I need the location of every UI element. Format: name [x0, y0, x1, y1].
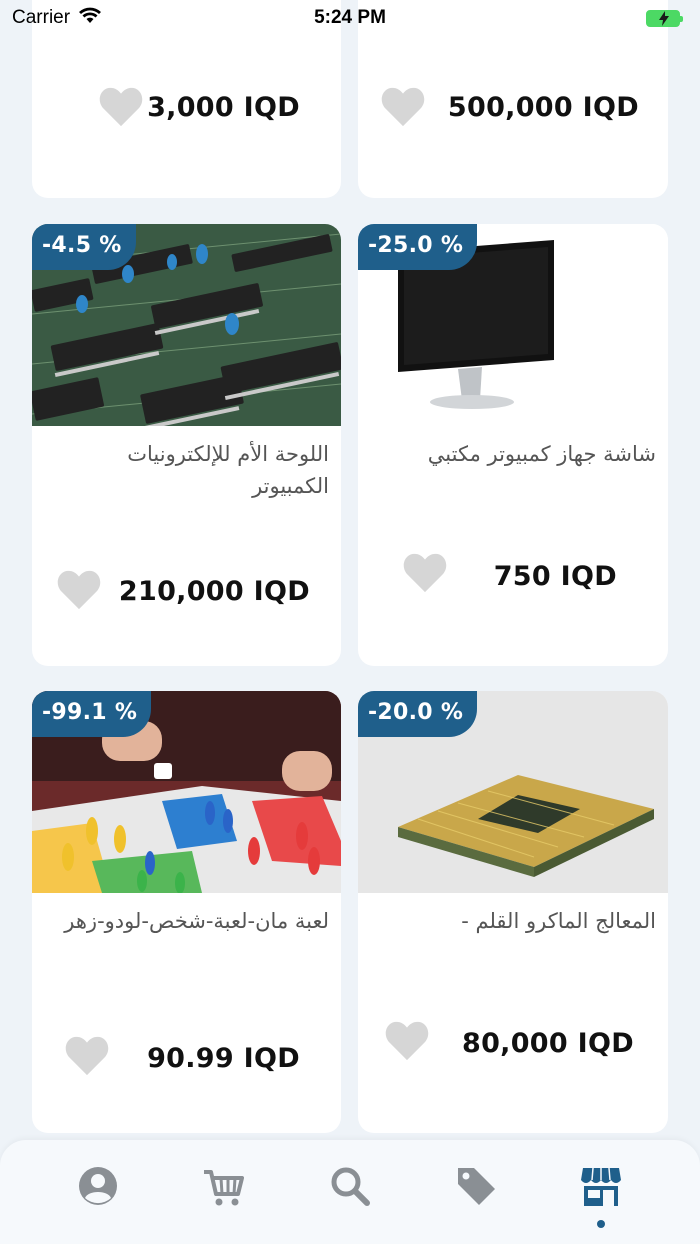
product-price: 80,000 IQD — [461, 1028, 634, 1059]
product-card[interactable]: -4.5 % اللوحة الأم للإلكترونيات الكمبيوت… — [32, 224, 341, 666]
product-title[interactable]: شاشة جهاز كمبيوتر مكتبي — [370, 438, 656, 470]
status-time: 5:24 PM — [314, 7, 386, 28]
status-bar: Carrier 5:24 PM — [0, 0, 700, 36]
discount-badge: -4.5 % — [32, 224, 136, 270]
product-price: 90.99 IQD — [147, 1043, 300, 1074]
active-tab-indicator — [597, 1220, 605, 1228]
product-card[interactable]: -20.0 % المعالج الماكرو القلم - 80,000 I… — [358, 691, 668, 1133]
product-card[interactable]: -25.0 % شاشة جهاز كمبيوتر مكتبي 750 IQD — [358, 224, 668, 666]
bottom-nav — [0, 1140, 700, 1244]
product-price: 3,000 IQD — [147, 92, 300, 123]
wifi-icon — [78, 6, 102, 30]
discount-badge: -20.0 % — [358, 691, 478, 737]
favorite-heart-icon[interactable] — [64, 1035, 110, 1077]
favorite-heart-icon[interactable] — [384, 1020, 430, 1062]
battery-icon — [646, 9, 683, 27]
product-title[interactable]: لعبة مان-لعبة-شخص-لودو-زهر — [44, 905, 329, 937]
favorite-heart-icon[interactable] — [56, 569, 102, 611]
product-price: 210,000 IQD — [118, 576, 310, 607]
favorite-heart-icon[interactable] — [380, 86, 426, 128]
cart-icon[interactable] — [202, 1164, 246, 1208]
search-icon[interactable] — [328, 1164, 372, 1208]
discount-badge: -25.0 % — [358, 224, 478, 270]
product-card[interactable]: -99.1 % لعبة مان-لعبة-شخص-لودو-زهر 90.99… — [32, 691, 341, 1133]
store-icon[interactable] — [579, 1164, 623, 1208]
profile-icon[interactable] — [76, 1164, 120, 1208]
carrier-label: Carrier — [12, 7, 71, 28]
product-title[interactable]: المعالج الماكرو القلم - — [370, 905, 656, 937]
status-left: Carrier — [12, 6, 102, 30]
favorite-heart-icon[interactable] — [98, 86, 144, 128]
favorite-heart-icon[interactable] — [402, 552, 448, 594]
product-price: 750 IQD — [493, 561, 617, 592]
product-price: 500,000 IQD — [447, 92, 639, 123]
tag-icon[interactable] — [454, 1164, 498, 1208]
discount-badge: -99.1 % — [32, 691, 152, 737]
product-title[interactable]: اللوحة الأم للإلكترونيات الكمبيوتر — [44, 438, 329, 502]
